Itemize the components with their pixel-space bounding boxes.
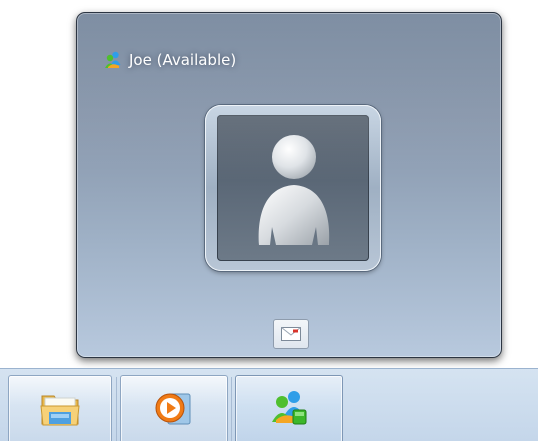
taskbar-divider [116,377,117,441]
email-icon [281,327,301,341]
preview-title-bar: Joe (Available) [103,49,236,71]
messenger-icon [272,391,307,425]
taskbar-button-media-player[interactable] [120,375,228,441]
media-player-icon [155,393,191,425]
avatar [217,115,369,261]
taskbar-button-explorer[interactable] [8,375,112,441]
send-email-button[interactable] [273,319,309,349]
avatar-frame [205,105,381,271]
thumbnail-preview[interactable]: Joe (Available) [76,12,502,358]
taskbar-button-messenger[interactable] [235,375,343,441]
folder-icon [40,395,80,426]
taskbar-divider [231,377,232,441]
taskbar [0,368,538,441]
default-user-avatar-icon [217,115,369,245]
contact-name-status: Joe (Available) [129,51,237,69]
messenger-buddies-icon [103,50,123,70]
